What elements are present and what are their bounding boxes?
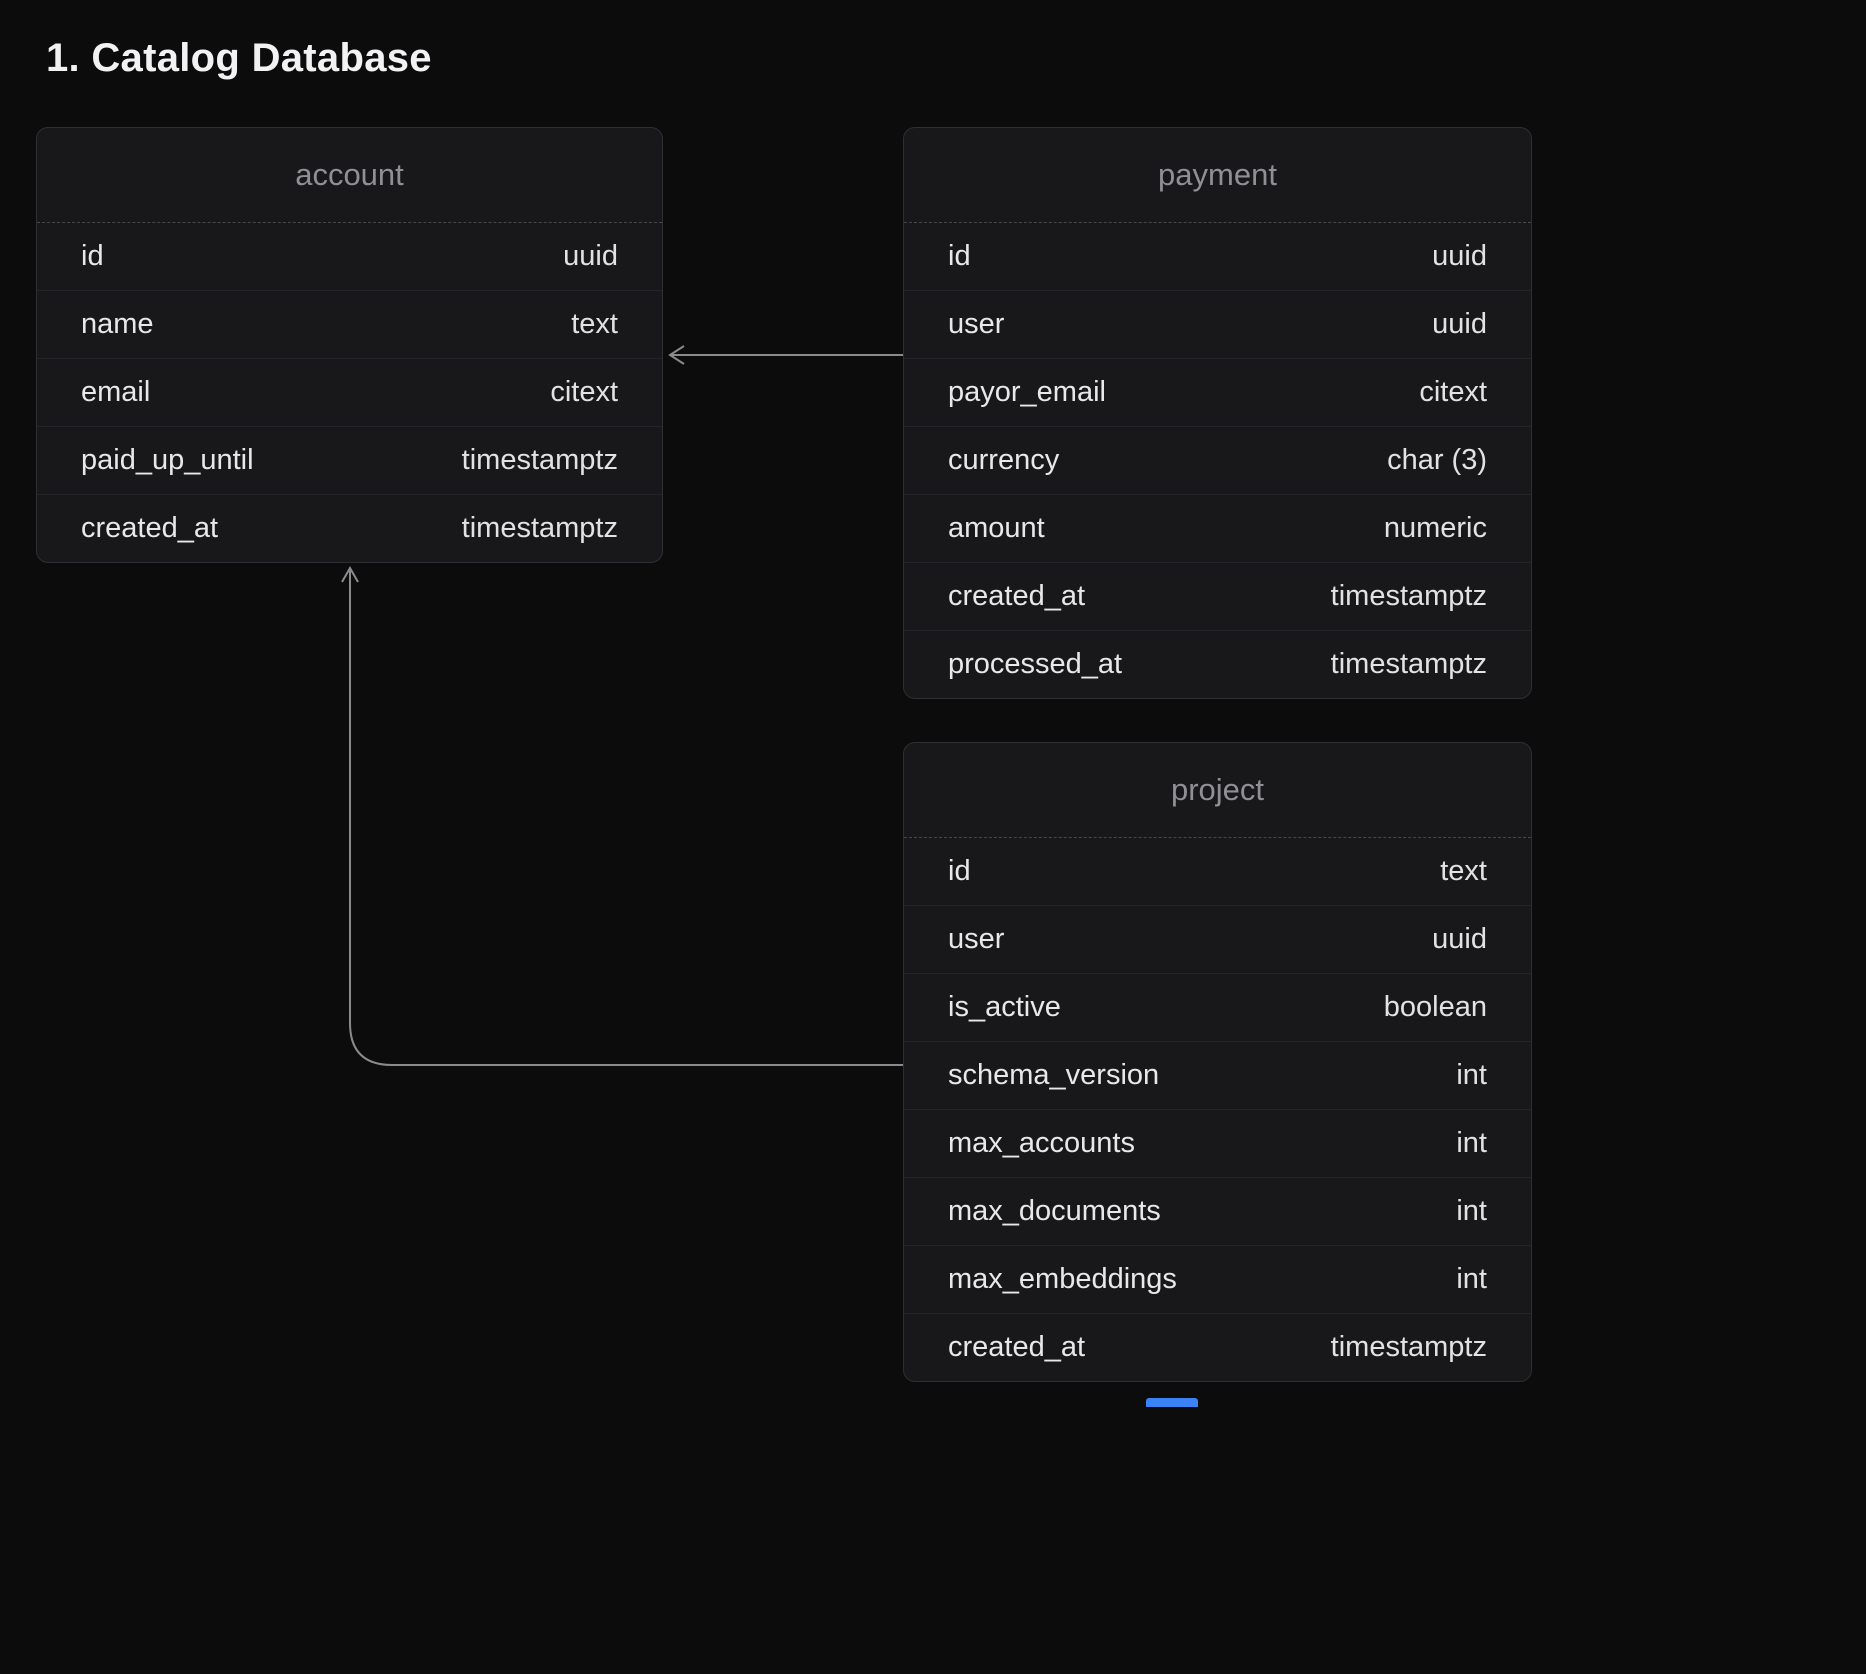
field-name: id [81,240,104,273]
field-name: processed_at [948,648,1122,681]
edge-project-to-account [342,568,903,1065]
table-row: is_active boolean [904,974,1531,1042]
diagram-canvas: 1. Catalog Database account id uuid name… [0,0,1866,1674]
table-row: created_at timestamptz [904,563,1531,631]
field-type: timestamptz [1331,580,1487,613]
field-name: currency [948,444,1059,477]
field-name: amount [948,512,1045,545]
field-name: user [948,308,1004,341]
field-type: timestamptz [462,512,618,545]
field-type: int [1456,1059,1487,1092]
field-name: is_active [948,991,1061,1024]
table-node-project[interactable]: project id text user uuid is_active bool… [903,742,1532,1382]
table-title: project [904,743,1531,838]
field-name: user [948,923,1004,956]
table-row: max_embeddings int [904,1246,1531,1314]
field-type: uuid [1432,308,1487,341]
field-type: citext [550,376,618,409]
table-row: paid_up_until timestamptz [37,427,662,495]
field-name: max_accounts [948,1127,1135,1160]
table-row: created_at timestamptz [37,495,662,562]
table-row: id uuid [37,223,662,291]
table-row: user uuid [904,906,1531,974]
edge-payment-to-account [670,346,903,364]
field-type: timestamptz [1331,1331,1487,1364]
table-row: max_accounts int [904,1110,1531,1178]
field-name: created_at [948,1331,1085,1364]
field-type: boolean [1384,991,1487,1024]
cutoff-blue-element [1146,1398,1198,1407]
table-row: schema_version int [904,1042,1531,1110]
table-row: amount numeric [904,495,1531,563]
field-type: uuid [563,240,618,273]
field-name: id [948,240,971,273]
diagram-title: 1. Catalog Database [46,36,432,81]
field-type: text [1440,855,1487,888]
field-name: created_at [948,580,1085,613]
field-name: payor_email [948,376,1106,409]
field-type: uuid [1432,240,1487,273]
table-node-account[interactable]: account id uuid name text email citext p… [36,127,663,563]
field-type: int [1456,1127,1487,1160]
table-node-payment[interactable]: payment id uuid user uuid payor_email ci… [903,127,1532,699]
field-type: char (3) [1387,444,1487,477]
table-title: account [37,128,662,223]
table-title: payment [904,128,1531,223]
field-name: email [81,376,150,409]
field-type: int [1456,1195,1487,1228]
field-name: max_documents [948,1195,1161,1228]
table-row: email citext [37,359,662,427]
table-row: name text [37,291,662,359]
table-row: user uuid [904,291,1531,359]
field-type: timestamptz [1331,648,1487,681]
field-name: id [948,855,971,888]
table-row: created_at timestamptz [904,1314,1531,1381]
field-name: schema_version [948,1059,1159,1092]
table-row: id text [904,838,1531,906]
field-type: uuid [1432,923,1487,956]
field-name: max_embeddings [948,1263,1177,1296]
table-row: max_documents int [904,1178,1531,1246]
field-type: text [571,308,618,341]
table-row: payor_email citext [904,359,1531,427]
field-type: int [1456,1263,1487,1296]
field-name: created_at [81,512,218,545]
table-row: processed_at timestamptz [904,631,1531,698]
field-name: name [81,308,154,341]
field-type: numeric [1384,512,1487,545]
field-name: paid_up_until [81,444,254,477]
table-row: id uuid [904,223,1531,291]
field-type: citext [1419,376,1487,409]
field-type: timestamptz [462,444,618,477]
table-row: currency char (3) [904,427,1531,495]
